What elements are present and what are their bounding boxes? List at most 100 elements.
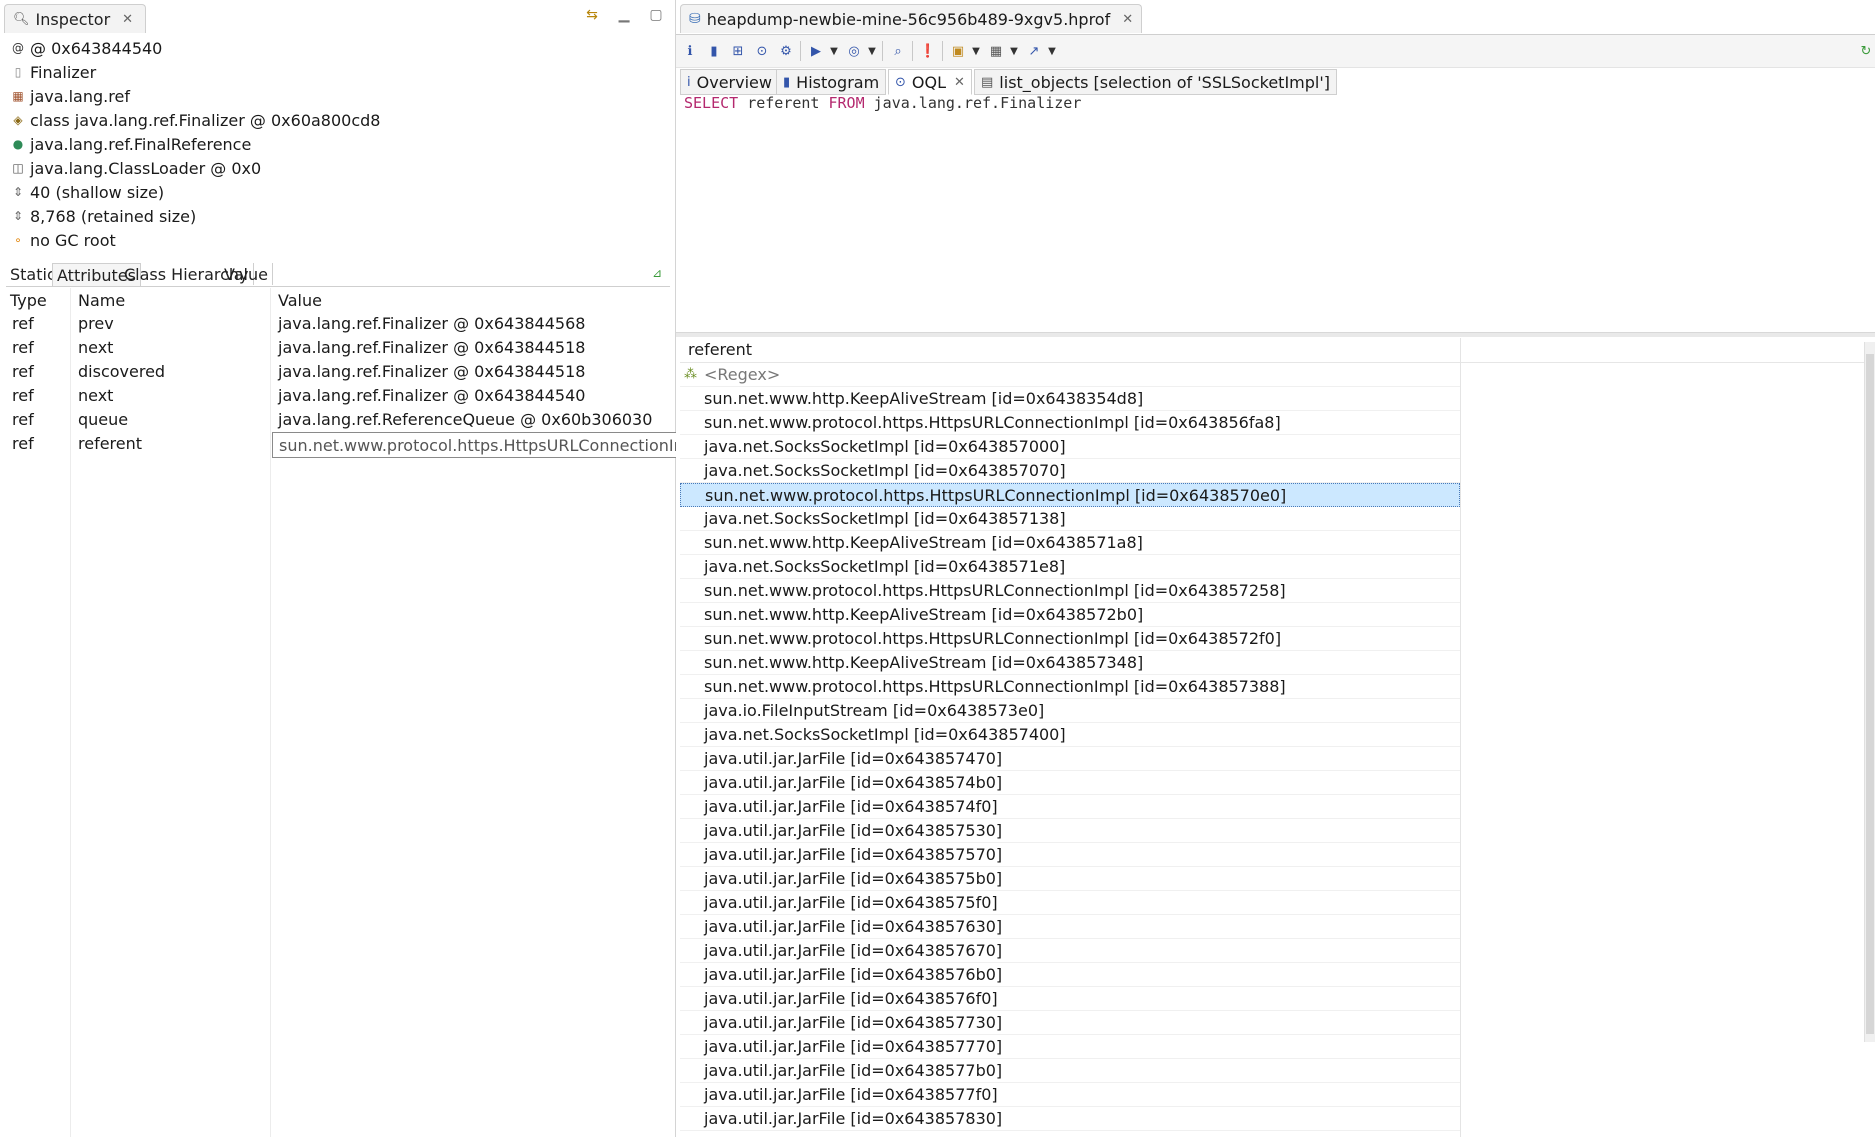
scrollbar-thumb[interactable] — [1866, 354, 1874, 1034]
result-row[interactable]: sun.net.www.http.KeepAliveStream [id=0x6… — [680, 603, 1460, 627]
attribute-row[interactable]: ref next java.lang.ref.Finalizer @ 0x64384… — [6, 384, 670, 408]
close-icon[interactable]: ✕ — [122, 12, 133, 27]
subtab-label: Histogram — [796, 72, 880, 92]
chevron-down-icon[interactable]: ▼ — [1008, 41, 1020, 61]
attribute-row[interactable]: ref next java.lang.ref.Finalizer @ 0x64384… — [6, 336, 670, 360]
thread-overview-icon[interactable]: ⚙ — [776, 41, 796, 61]
property-row[interactable]: ◫ java.lang.ClassLoader @ 0x0 — [10, 156, 660, 180]
result-object: java.util.jar.JarFile [id=0x643857670] — [704, 941, 1003, 960]
result-row[interactable]: sun.net.www.protocol.https.HttpsURLConne… — [680, 579, 1460, 603]
editor-tab[interactable]: ⛁ heapdump-newbie-mine-56c956b489-9xgv5.… — [680, 4, 1143, 33]
column-header-value[interactable]: Value — [278, 288, 322, 312]
query-text: referent — [738, 94, 829, 112]
link-with-editor-icon[interactable]: ⇆ — [583, 6, 601, 24]
property-row[interactable]: ∘ no GC root — [10, 228, 660, 252]
result-row[interactable]: sun.net.www.protocol.https.HttpsURLConne… — [680, 675, 1460, 699]
stop-icon[interactable]: ❗ — [918, 41, 938, 61]
property-value: no GC root — [30, 230, 116, 250]
result-row[interactable]: java.util.jar.JarFile [id=0x6438574b0] — [680, 771, 1460, 795]
result-row[interactable]: java.net.SocksSocketImpl [id=0x643857070… — [680, 459, 1460, 483]
attribute-value: java.lang.ref.Finalizer @ 0x643844568 — [278, 314, 586, 333]
property-value: java.lang.ref.FinalReference — [30, 134, 252, 154]
result-row[interactable]: java.util.jar.JarFile [id=0x6438574f0] — [680, 795, 1460, 819]
result-row[interactable]: java.io.FileInputStream [id=0x6438573e0] — [680, 699, 1460, 723]
result-row[interactable]: java.util.jar.JarFile [id=0x6438577b0] — [680, 1059, 1460, 1083]
result-row[interactable]: java.util.jar.JarFile [id=0x6438575f0] — [680, 891, 1460, 915]
result-row[interactable]: java.net.SocksSocketImpl [id=0x643857138… — [680, 507, 1460, 531]
result-row[interactable]: java.util.jar.JarFile [id=0x643857630] — [680, 915, 1460, 939]
result-row[interactable]: sun.net.www.protocol.https.HttpsURLConne… — [680, 483, 1460, 507]
toolbar-separator — [800, 41, 801, 61]
search-icon[interactable]: ⌕ — [888, 41, 908, 61]
toolbar-separator — [912, 41, 913, 61]
close-icon[interactable]: ✕ — [1122, 12, 1133, 27]
attribute-row[interactable]: ref queue java.lang.ref.ReferenceQueue @ 0… — [6, 408, 670, 432]
attribute-row[interactable]: ref prev java.lang.ref.Finalizer @ 0x64384… — [6, 312, 670, 336]
close-icon[interactable]: ✕ — [954, 75, 965, 90]
attribute-row[interactable]: ref discovered java.lang.ref.Finalizer @ 0… — [6, 360, 670, 384]
chevron-down-icon[interactable]: ▼ — [970, 41, 982, 61]
result-row[interactable]: java.util.jar.JarFile [id=0x643857770] — [680, 1035, 1460, 1059]
inspector-tab[interactable]: 🔍︎ Inspector ✕ — [4, 4, 147, 33]
query-browser-icon[interactable]: ◎ — [844, 41, 864, 61]
vertical-scrollbar[interactable] — [1864, 342, 1875, 1042]
run-report-icon[interactable]: ▶ — [806, 41, 826, 61]
result-row[interactable]: java.net.SocksSocketImpl [id=0x6438571e8… — [680, 555, 1460, 579]
histogram-icon[interactable]: ▮ — [704, 41, 724, 61]
result-row[interactable]: java.util.jar.JarFile [id=0x643857470] — [680, 747, 1460, 771]
dominator-tree-icon[interactable]: ⊞ — [728, 41, 748, 61]
oql-query-editor[interactable]: SELECT referent FROM java.lang.ref.Final… — [684, 94, 1081, 112]
result-row[interactable]: java.net.SocksSocketImpl [id=0x643857000… — [680, 435, 1460, 459]
attribute-value: java.lang.ref.Finalizer @ 0x643844518 — [278, 362, 586, 381]
result-row[interactable]: java.util.jar.JarFile [id=0x6438576f0] — [680, 987, 1460, 1011]
chevron-down-icon[interactable]: ▼ — [828, 41, 840, 61]
result-row[interactable]: sun.net.www.http.KeepAliveStream [id=0x6… — [680, 531, 1460, 555]
pin-icon[interactable]: ⊿ — [652, 266, 662, 280]
result-row[interactable]: sun.net.www.protocol.https.HttpsURLConne… — [680, 411, 1460, 435]
property-value: class java.lang.ref.Finalizer @ 0x60a800… — [30, 110, 381, 130]
subtab-list-objects[interactable]: ▤ list_objects [selection of 'SSLSocketIm… — [974, 69, 1337, 95]
regex-filter-row[interactable]: ⁂ <Regex> — [680, 363, 1460, 387]
result-row[interactable]: java.util.jar.JarFile [id=0x643857530] — [680, 819, 1460, 843]
chevron-down-icon[interactable]: ▼ — [1046, 41, 1058, 61]
subtab-oql[interactable]: ⊙ OQL ✕ — [888, 69, 972, 95]
result-row[interactable]: java.net.SocksSocketImpl [id=0x643857400… — [680, 723, 1460, 747]
result-object: java.util.jar.JarFile [id=0x643857770] — [704, 1037, 1003, 1056]
address-icon: @ — [12, 41, 24, 55]
retained-size-icon: ⇕ — [12, 209, 24, 223]
oql-icon[interactable]: ⊙ — [752, 41, 772, 61]
property-row[interactable]: ▦ java.lang.ref — [10, 84, 660, 108]
result-row[interactable]: java.util.jar.JarFile [id=0x6438577f0] — [680, 1083, 1460, 1107]
export-icon[interactable]: ↗ — [1024, 41, 1044, 61]
result-row[interactable]: java.util.jar.JarFile [id=0x643857830] — [680, 1107, 1460, 1131]
result-row[interactable]: java.util.jar.JarFile [id=0x643857570] — [680, 843, 1460, 867]
result-row[interactable]: java.util.jar.JarFile [id=0x6438575b0] — [680, 867, 1460, 891]
result-row[interactable]: sun.net.www.protocol.https.HttpsURLConne… — [680, 627, 1460, 651]
subtab-overview[interactable]: i Overview — [680, 69, 779, 95]
result-row[interactable]: java.util.jar.JarFile [id=0x6438576b0] — [680, 963, 1460, 987]
property-row[interactable]: ▯ Finalizer — [10, 60, 660, 84]
columns-icon[interactable]: ▦ — [986, 41, 1006, 61]
results-column-header[interactable]: referent — [680, 338, 1870, 363]
column-header-type[interactable]: Type — [10, 288, 47, 312]
result-row[interactable]: sun.net.www.http.KeepAliveStream [id=0x6… — [680, 651, 1460, 675]
result-row[interactable]: sun.net.www.http.KeepAliveStream [id=0x6… — [680, 387, 1460, 411]
minimize-icon[interactable]: ▁ — [615, 6, 633, 24]
subtab-histogram[interactable]: ▮ Histogram — [776, 69, 887, 95]
result-row[interactable]: java.util.jar.JarFile [id=0x643857730] — [680, 1011, 1460, 1035]
attr-tab-value[interactable]: Value — [220, 263, 273, 285]
result-row[interactable]: java.util.jar.JarFile [id=0x643857670] — [680, 939, 1460, 963]
group-by-icon[interactable]: ▣ — [948, 41, 968, 61]
info-icon[interactable]: ℹ — [680, 41, 700, 61]
column-header-name[interactable]: Name — [78, 288, 125, 312]
refresh-icon[interactable]: ↻ — [1856, 41, 1875, 61]
property-row[interactable]: ⇕ 40 (shallow size) — [10, 180, 660, 204]
property-row[interactable]: ● java.lang.ref.FinalReference — [10, 132, 660, 156]
editor-toolbar: ℹ ▮ ⊞ ⊙ ⚙ ▶ ▼ ◎ ▼ ⌕ ❗ ▣ ▼ ▦ ▼ ↗ ▼ ↻ — [676, 34, 1875, 68]
property-row[interactable]: ⇕ 8,768 (retained size) — [10, 204, 660, 228]
split-sash[interactable] — [676, 332, 1875, 337]
maximize-icon[interactable]: ▢ — [647, 6, 665, 24]
property-row[interactable]: ◈ class java.lang.ref.Finalizer @ 0x60a80… — [10, 108, 660, 132]
property-row[interactable]: @ @ 0x643844540 — [10, 36, 660, 60]
chevron-down-icon[interactable]: ▼ — [866, 41, 878, 61]
